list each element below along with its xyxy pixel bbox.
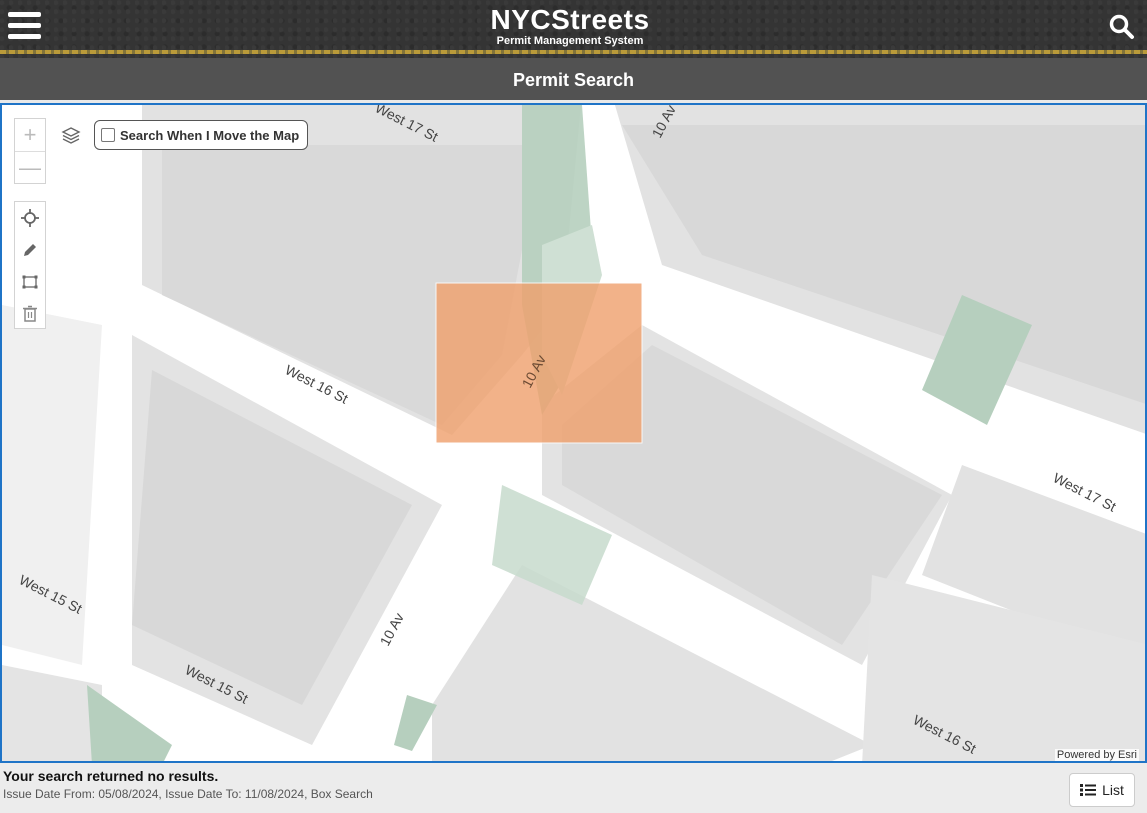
basemap: West 17 St 10 Av West 16 St 10 Av West 1… bbox=[2, 105, 1145, 761]
search-criteria: Issue Date From: 05/08/2024, Issue Date … bbox=[3, 787, 373, 801]
results-message: Your search returned no results. bbox=[3, 768, 219, 784]
drawing-toolbar bbox=[14, 201, 46, 329]
results-footer: Your search returned no results. Issue D… bbox=[0, 763, 1147, 813]
zoom-control: + — bbox=[14, 118, 46, 184]
logo-title: NYCStreets bbox=[490, 4, 650, 35]
app-logo[interactable]: NYCStreets Permit Management System bbox=[470, 6, 670, 50]
layers-icon[interactable] bbox=[60, 125, 82, 147]
list-button-label: List bbox=[1102, 782, 1124, 798]
road-stripe bbox=[0, 50, 1147, 54]
draw-button[interactable] bbox=[15, 234, 45, 266]
header-bar: NYCStreets Permit Management System bbox=[0, 0, 1147, 58]
box-select-button[interactable] bbox=[15, 266, 45, 298]
page-title: Permit Search bbox=[512, 70, 635, 90]
map-attribution[interactable]: Powered by Esri bbox=[1054, 749, 1139, 761]
search-when-move-checkbox[interactable] bbox=[101, 128, 115, 142]
locate-button[interactable] bbox=[15, 202, 45, 234]
page-title-bar: Permit Search bbox=[0, 58, 1147, 100]
trash-icon bbox=[23, 305, 37, 322]
search-when-move-label: Search When I Move the Map bbox=[120, 127, 300, 143]
search-icon[interactable] bbox=[1109, 14, 1135, 40]
pencil-icon bbox=[24, 244, 36, 256]
crosshair-icon bbox=[21, 209, 39, 227]
list-view-button[interactable]: List bbox=[1069, 773, 1135, 807]
delete-button[interactable] bbox=[15, 298, 45, 330]
zoom-out-button[interactable]: — bbox=[15, 151, 45, 184]
box-select-icon bbox=[22, 275, 38, 289]
map-view[interactable]: West 17 St 10 Av West 16 St 10 Av West 1… bbox=[0, 103, 1147, 763]
logo-subtitle: Permit Management System bbox=[496, 35, 644, 47]
zoom-in-button[interactable]: + bbox=[15, 119, 45, 151]
search-when-move-toggle[interactable]: Search When I Move the Map bbox=[94, 120, 309, 150]
menu-icon[interactable] bbox=[8, 12, 41, 42]
list-icon bbox=[1080, 784, 1097, 796]
